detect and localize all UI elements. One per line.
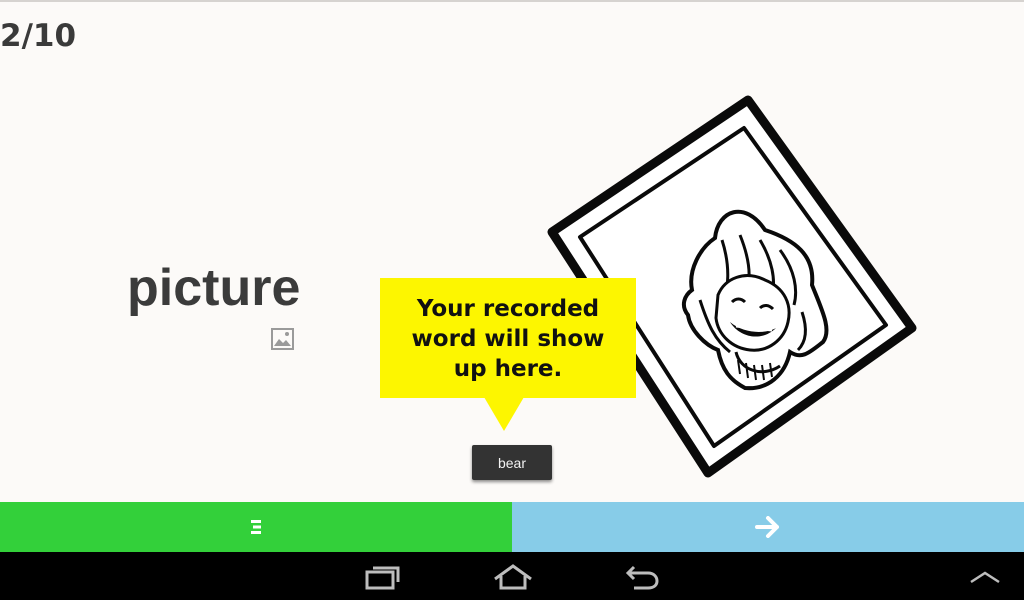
tooltip-pointer — [484, 397, 524, 431]
tooltip-line-2: word will show — [411, 326, 605, 352]
bottom-action-bar — [0, 502, 1024, 552]
recorded-word-chip[interactable]: bear — [472, 445, 552, 480]
next-button[interactable] — [512, 502, 1024, 552]
recent-apps-icon — [365, 566, 400, 590]
image-icon — [271, 328, 294, 350]
recent-apps-button[interactable] — [353, 560, 413, 594]
system-navigation-bar — [0, 552, 1024, 600]
arrow-right-icon — [755, 516, 779, 538]
vocabulary-word: picture — [127, 259, 301, 317]
home-button[interactable] — [483, 560, 543, 594]
back-button[interactable] — [612, 560, 672, 594]
menu-icon — [251, 520, 261, 534]
chevron-up-icon — [970, 571, 1000, 584]
back-icon — [625, 565, 659, 590]
home-icon — [494, 564, 532, 590]
menu-button[interactable] — [0, 502, 512, 552]
hint-tooltip: Your recorded word will show up here. — [380, 278, 636, 398]
tooltip-line-3: up here. — [453, 356, 563, 382]
tooltip-line-1: Your recorded — [416, 296, 600, 322]
progress-counter: 2/10 — [0, 18, 77, 54]
top-divider — [0, 0, 1024, 2]
up-button[interactable] — [955, 560, 1015, 594]
